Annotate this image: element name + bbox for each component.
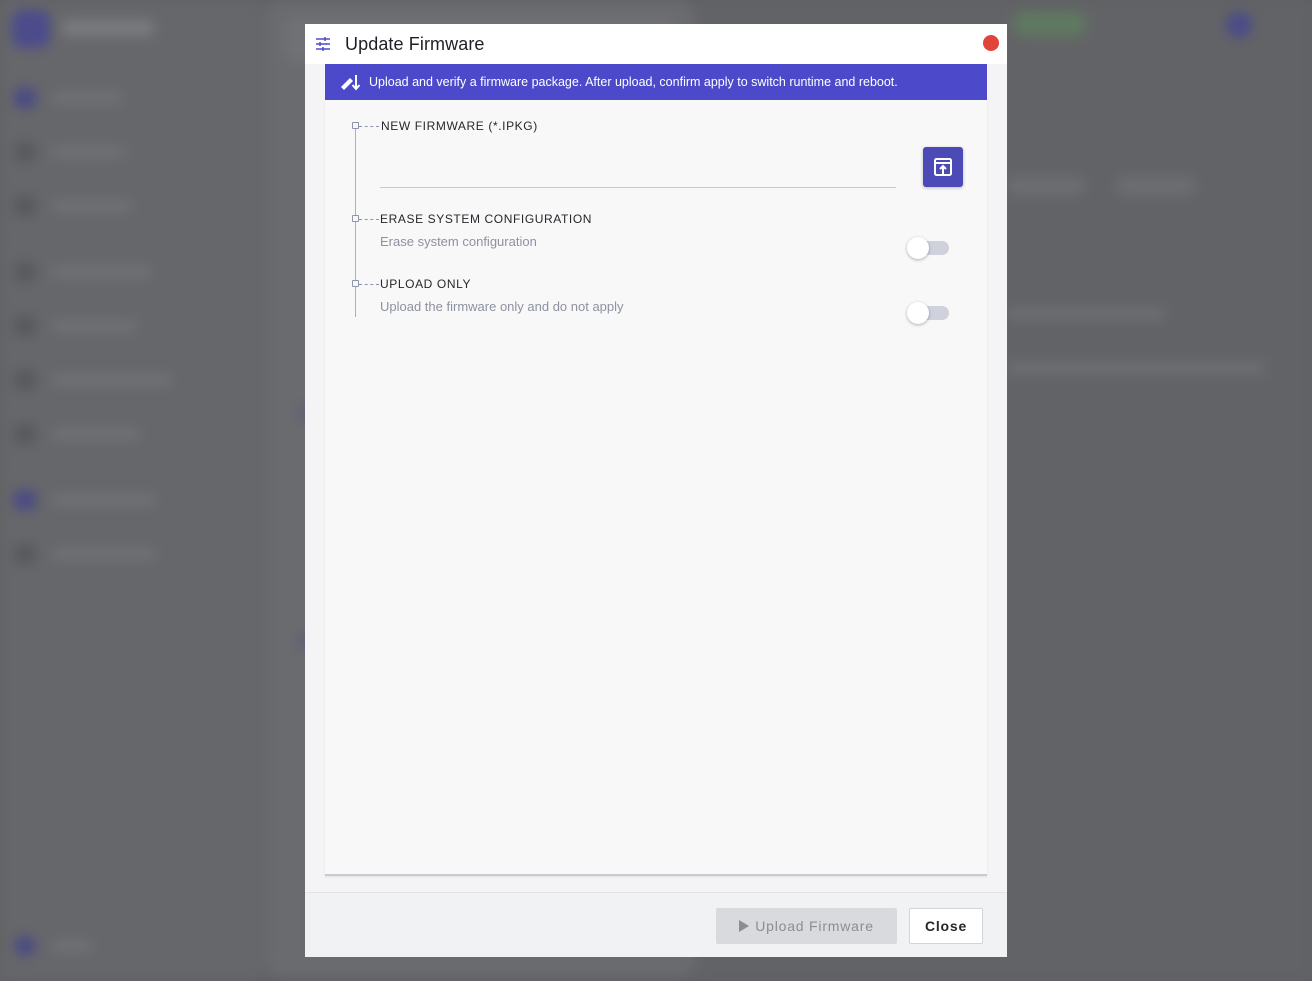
tree-node bbox=[352, 215, 359, 222]
background-status-pill bbox=[1014, 12, 1086, 36]
background-chip bbox=[1006, 176, 1086, 196]
play-icon bbox=[739, 920, 750, 932]
toggle-knob bbox=[907, 302, 929, 324]
browse-file-button[interactable] bbox=[923, 147, 963, 187]
background-text-line bbox=[1006, 308, 1166, 320]
firmware-download-icon bbox=[341, 75, 361, 91]
tree-connector bbox=[359, 126, 379, 127]
background-logo-text bbox=[62, 20, 154, 36]
upload-only-toggle[interactable] bbox=[907, 301, 951, 325]
close-dot-icon[interactable] bbox=[983, 35, 999, 51]
firmware-form-panel: NEW FIRMWARE (*.IPKG) ERASE SYSTEM CONFI… bbox=[325, 100, 987, 876]
file-upload-icon bbox=[934, 158, 952, 176]
erase-config-description: Erase system configuration bbox=[380, 234, 537, 249]
toggle-knob bbox=[907, 237, 929, 259]
close-button[interactable]: Close bbox=[909, 908, 983, 944]
tree-connector bbox=[359, 219, 379, 220]
background-avatar bbox=[1226, 12, 1252, 38]
firmware-file-input[interactable] bbox=[380, 162, 896, 188]
tree-connector bbox=[359, 284, 379, 285]
tree-node bbox=[352, 122, 359, 129]
background-logo bbox=[12, 10, 50, 48]
update-firmware-dialog: Update Firmware Upload and verify a firm… bbox=[305, 24, 1007, 957]
background-text-line bbox=[1006, 362, 1266, 374]
erase-config-toggle[interactable] bbox=[907, 236, 951, 260]
upload-only-label: UPLOAD ONLY bbox=[380, 277, 472, 291]
new-firmware-label: NEW FIRMWARE (*.IPKG) bbox=[381, 119, 538, 133]
erase-config-label: ERASE SYSTEM CONFIGURATION bbox=[380, 212, 593, 226]
upload-firmware-label: Upload Firmware bbox=[755, 918, 874, 934]
upload-only-description: Upload the firmware only and do not appl… bbox=[380, 299, 624, 314]
dialog-title: Update Firmware bbox=[345, 34, 485, 54]
sliders-icon bbox=[316, 37, 330, 51]
banner-text: Upload and verify a firmware package. Af… bbox=[369, 75, 898, 89]
background-sidebar bbox=[0, 0, 262, 981]
tree-node bbox=[352, 280, 359, 287]
info-banner: Upload and verify a firmware package. Af… bbox=[325, 64, 987, 100]
dialog-header: Update Firmware bbox=[305, 24, 1007, 64]
dialog-footer: Upload Firmware Close bbox=[305, 892, 1007, 957]
upload-firmware-button[interactable]: Upload Firmware bbox=[716, 908, 897, 944]
background-chip bbox=[1116, 176, 1196, 196]
